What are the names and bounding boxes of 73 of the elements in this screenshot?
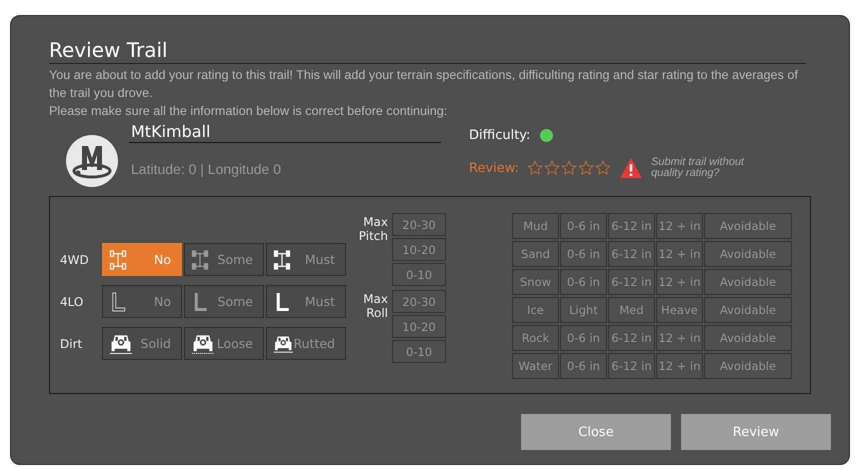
dialog-button[interactable]: Close [521,414,671,450]
star-icon[interactable] [561,160,578,176]
option-button[interactable]: Solid [102,327,182,360]
terrain-option[interactable]: Med [608,297,655,323]
terrain-option[interactable]: 6-12 in [608,241,655,267]
terrain-option[interactable]: 6-12 in [608,213,655,239]
option-button[interactable]: Some [184,243,264,276]
dialog-title: Review Trail [49,38,806,64]
terrain-option[interactable]: 6-12 in [608,353,655,379]
option-button[interactable]: No [102,285,182,318]
star-icon[interactable] [527,160,544,176]
axle-icon [273,248,291,270]
terrain-label: Mud [512,213,559,239]
review-label: Review: [469,160,520,176]
star-rating[interactable] [527,160,612,176]
angle-option[interactable]: 20-30 [392,213,446,236]
terrain-option[interactable]: 12 + in [656,213,703,239]
angle-option[interactable]: 0-10 [392,263,446,286]
terrain-option[interactable]: 0-6 in [560,241,607,267]
star-icon[interactable] [595,160,612,176]
option-button[interactable]: Loose [184,327,264,360]
angle-option[interactable]: 0-10 [392,340,446,363]
terrain-option[interactable]: Avoidable [704,353,792,379]
terrain-label: Snow [512,269,559,295]
terrain-option[interactable]: Heave [656,297,703,323]
angle-option[interactable]: 10-20 [392,238,446,261]
terrain-option[interactable]: Avoidable [704,325,792,351]
requirement-label: Dirt [60,336,84,350]
option-button[interactable]: Must [266,243,346,276]
star-icon[interactable] [578,160,594,176]
terrain-option[interactable]: Light [560,297,607,323]
dialog-button[interactable]: Review [681,414,831,450]
angle-label: Max Pitch [358,214,388,245]
terrain-option[interactable]: Avoidable [704,269,792,295]
axle-icon [109,248,127,270]
star-icon[interactable] [544,160,560,176]
requirement-label: 4LO [60,294,84,308]
terrain-label: Sand [512,241,559,267]
terrain-label: Ice [512,297,559,323]
warning-icon [619,157,644,179]
trail-name: MtKimball [129,122,441,143]
angle-option[interactable]: 20-30 [392,290,446,313]
terrain-option[interactable]: 12 + in [656,269,703,295]
terrain-option[interactable]: 0-6 in [560,325,607,351]
intro-text: Please make sure all the information below is correct before continuing: [49,103,448,120]
terrain-option[interactable]: 0-6 in [560,269,607,295]
terrain-option[interactable]: Avoidable [704,297,792,323]
terrain-option[interactable]: 0-6 in [560,213,607,239]
terrain-option[interactable]: 0-6 in [560,353,607,379]
jeep-icon [191,332,215,354]
trail-logo-icon [65,134,119,188]
option-button[interactable]: Rutted [266,327,346,360]
angle-option[interactable]: 10-20 [392,315,446,338]
intro-text: You are about to add your rating to this trail! This will add your terrain specifications, difficulting rating and star rating to the averages of the trail you drove. [49,67,799,102]
option-button[interactable]: No [102,243,182,276]
terrain-label: Rock [512,325,559,351]
terrain-label: Water [512,353,559,379]
angle-label: Max Roll [362,291,388,322]
terrain-option[interactable]: 6-12 in [608,269,655,295]
option-button[interactable]: Must [266,285,346,318]
terrain-option[interactable]: 6-12 in [608,325,655,351]
terrain-option[interactable]: Avoidable [704,241,792,267]
requirement-label: 4WD [60,252,90,266]
terrain-option[interactable]: 12 + in [656,325,703,351]
jeep-icon [109,332,133,354]
axle-icon [191,248,209,270]
warning-text: Submit trail without quality rating? [651,157,746,179]
terrain-option[interactable]: 12 + in [656,353,703,379]
terrain-option[interactable]: 12 + in [656,241,703,267]
trail-location: Latitude: 0 | Longitude 0 [130,161,282,177]
difficulty-label: Difficulty: [469,128,530,143]
option-button[interactable]: Some [184,285,264,318]
terrain-option[interactable]: Avoidable [704,213,792,239]
